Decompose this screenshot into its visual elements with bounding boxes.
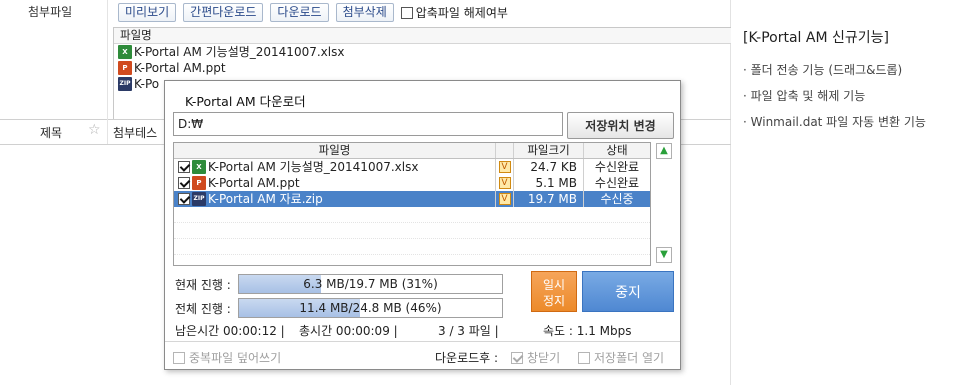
unzip-checkbox[interactable] xyxy=(400,6,413,19)
stop-button[interactable]: 중지 xyxy=(582,271,674,312)
attach-file-name: K-Portal AM 기능설명_20141007.xlsx xyxy=(134,45,345,59)
table-row-selected[interactable]: ZIP K-Portal AM 자료.zip V 19.7 MB 수신중 xyxy=(174,191,650,207)
empty-row xyxy=(174,223,650,239)
easy-download-button[interactable]: 간편다운로드 xyxy=(183,3,264,22)
downloader-dialog: K-Portal AM 다운로더 D:₩ 저장위치 변경 파일명 파일크기 상태… xyxy=(164,80,681,370)
powerpoint-file-icon: P xyxy=(118,61,132,75)
star-icon[interactable]: ☆ xyxy=(88,122,101,138)
change-path-button[interactable]: 저장위치 변경 xyxy=(567,112,674,139)
dialog-title: K-Portal AM 다운로더 xyxy=(185,94,306,109)
save-path-field[interactable]: D:₩ xyxy=(173,112,563,136)
row-status: 수신완료 xyxy=(594,160,640,174)
preview-button[interactable]: 미리보기 xyxy=(118,3,177,22)
attach-toolbar: 미리보기 간편다운로드 다운로드 첨부삭제 압축파일 해제여부 xyxy=(118,3,508,22)
attach-label: 첨부파일 xyxy=(28,5,73,19)
unzip-label: 압축파일 해제여부 xyxy=(415,6,508,20)
current-progress-text: 6.3 MB/19.7 MB (31%) xyxy=(303,277,438,291)
download-speed: 속도 : 1.1 Mbps xyxy=(543,324,632,338)
total-progress-bar: 11.4 MB/24.8 MB (46%) xyxy=(238,298,503,318)
feature-item: · 폴더 전송 기능 (드래그&드롭) xyxy=(743,63,903,77)
download-file-table: 파일명 파일크기 상태 X K-Portal AM 기능설명_20141007.… xyxy=(173,142,651,266)
total-progress-label: 전체 진행 : xyxy=(175,302,231,316)
row-file-name: K-Portal AM 자료.zip xyxy=(208,192,323,206)
delete-attach-button[interactable]: 첨부삭제 xyxy=(335,3,394,22)
row-status: 수신중 xyxy=(600,192,634,206)
view-icon[interactable]: V xyxy=(498,161,511,173)
table-header: 파일명 파일크기 상태 xyxy=(174,143,650,159)
after-download-label: 다운로드후 : xyxy=(435,351,499,365)
view-icon[interactable]: V xyxy=(498,193,511,205)
scroll-down-arrow-icon[interactable]: ▼ xyxy=(656,247,672,263)
feature-item: · Winmail.dat 파일 자동 변환 기능 xyxy=(743,115,926,129)
current-progress-label: 현재 진행 : xyxy=(175,278,231,292)
column-header-status[interactable]: 상태 xyxy=(584,143,650,158)
open-folder-checkbox[interactable] xyxy=(578,351,590,364)
feature-panel: [K-Portal AM 신규기능] · 폴더 전송 기능 (드래그&드롭) ·… xyxy=(731,0,980,385)
current-progress-bar: 6.3 MB/19.7 MB (31%) xyxy=(238,274,503,294)
row-checkbox[interactable] xyxy=(178,161,190,173)
zip-file-icon: ZIP xyxy=(192,192,206,206)
subject-value[interactable]: 첨부테스 xyxy=(113,124,157,141)
attach-file-name: K-Po xyxy=(134,77,160,91)
excel-file-icon: X xyxy=(118,45,132,59)
powerpoint-file-icon: P xyxy=(192,176,206,190)
open-folder-option[interactable]: 저장폴더 열기 xyxy=(578,349,664,366)
row-file-size: 5.1 MB xyxy=(514,175,584,191)
row-checkbox[interactable] xyxy=(178,177,190,189)
pause-button[interactable]: 일시 정지 xyxy=(531,271,577,312)
pause-label-line-2: 정지 xyxy=(542,294,566,308)
empty-row xyxy=(174,239,650,255)
elapsed-time: 총시간 00:00:09 | xyxy=(299,324,398,338)
close-window-checkbox[interactable] xyxy=(511,351,523,364)
scroll-up-arrow-icon[interactable]: ▲ xyxy=(656,143,672,159)
excel-file-icon: X xyxy=(192,160,206,174)
close-window-label: 창닫기 xyxy=(527,351,561,365)
download-button[interactable]: 다운로드 xyxy=(270,3,329,22)
column-header-size[interactable]: 파일크기 xyxy=(514,143,584,158)
dialog-options-bar: 중복파일 덮어쓰기 다운로드후 : 창닫기 저장폴더 열기 xyxy=(165,341,680,369)
overwrite-option[interactable]: 중복파일 덮어쓰기 xyxy=(173,349,281,366)
empty-row xyxy=(174,207,650,223)
overwrite-label: 중복파일 덮어쓰기 xyxy=(189,351,282,365)
subject-label: 제목 xyxy=(40,126,63,140)
attach-file-name: K-Portal AM.ppt xyxy=(134,61,226,75)
file-count: 3 / 3 파일 | xyxy=(438,324,499,338)
row-file-name: K-Portal AM 기능설명_20141007.xlsx xyxy=(208,160,419,174)
feature-item: · 파일 압축 및 해제 기능 xyxy=(743,89,866,103)
table-row[interactable]: X K-Portal AM 기능설명_20141007.xlsx V 24.7 … xyxy=(174,159,650,175)
overwrite-checkbox[interactable] xyxy=(173,351,185,364)
zip-file-icon: ZIP xyxy=(118,77,132,91)
column-header-name[interactable]: 파일명 xyxy=(174,143,496,158)
row-status: 수신완료 xyxy=(594,176,640,190)
row-file-size: 19.7 MB xyxy=(514,191,584,207)
pause-label-line-1: 일시 xyxy=(542,278,566,292)
list-item[interactable]: X K-Portal AM 기능설명_20141007.xlsx xyxy=(114,44,731,60)
feature-list: · 폴더 전송 기능 (드래그&드롭) · 파일 압축 및 해제 기능 · Wi… xyxy=(743,62,926,140)
list-item[interactable]: P K-Portal AM.ppt xyxy=(114,60,731,76)
open-folder-label: 저장폴더 열기 xyxy=(594,351,665,365)
table-row[interactable]: P K-Portal AM.ppt V 5.1 MB 수신완료 xyxy=(174,175,650,191)
unzip-option[interactable]: 압축파일 해제여부 xyxy=(400,4,508,21)
row-file-name: K-Portal AM.ppt xyxy=(208,176,300,190)
remaining-time: 남은시간 00:00:12 | xyxy=(175,324,285,338)
feature-title: [K-Portal AM 신규기능] xyxy=(743,30,889,46)
view-icon[interactable]: V xyxy=(498,177,511,189)
attach-list-header: 파일명 xyxy=(114,28,731,44)
row-checkbox[interactable] xyxy=(178,193,190,205)
close-window-option[interactable]: 창닫기 xyxy=(511,349,560,366)
total-progress-text: 11.4 MB/24.8 MB (46%) xyxy=(299,301,442,315)
row-file-size: 24.7 KB xyxy=(514,159,584,175)
